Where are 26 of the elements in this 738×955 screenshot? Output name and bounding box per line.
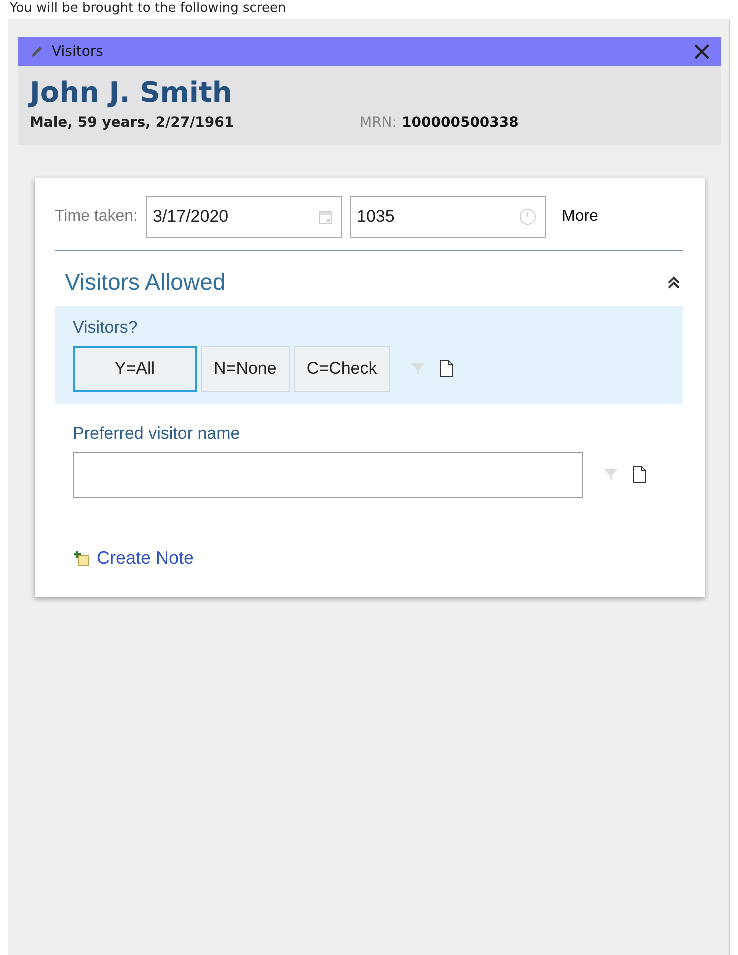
mrn-value: 100000500338 — [402, 115, 519, 131]
document-icon[interactable] — [440, 360, 454, 378]
option-button[interactable]: C=Check — [294, 346, 390, 392]
time-taken-label: Time taken: — [55, 208, 138, 226]
collapse-icon[interactable] — [667, 276, 681, 290]
patient-name: John J. Smith — [30, 76, 234, 109]
window-title: Visitors — [52, 44, 104, 60]
option-button[interactable]: N=None — [201, 346, 290, 392]
pencil-icon — [30, 44, 44, 58]
date-field[interactable]: 3/17/2020 — [146, 196, 342, 238]
section-title: Visitors Allowed — [65, 269, 226, 296]
time-field[interactable]: 1035 — [350, 196, 546, 238]
caption-text: You will be brought to the following screen — [9, 0, 288, 17]
field-label: Preferred visitor name — [73, 424, 242, 444]
question-label: Visitors? — [73, 318, 139, 338]
document-icon[interactable] — [633, 466, 647, 484]
calendar-icon — [319, 209, 333, 225]
patient-details: Male, 59 years, 2/27/1961 — [30, 115, 236, 131]
close-button[interactable]: × — [691, 38, 713, 64]
option-button[interactable]: Y=All — [73, 346, 197, 392]
create-note-link[interactable]: Create Note — [97, 548, 194, 569]
mrn-label: MRN: — [360, 115, 397, 131]
add-note-icon — [73, 550, 91, 568]
clock-icon — [519, 208, 537, 226]
input-field[interactable] — [73, 452, 583, 498]
more-button[interactable]: More — [562, 208, 598, 226]
